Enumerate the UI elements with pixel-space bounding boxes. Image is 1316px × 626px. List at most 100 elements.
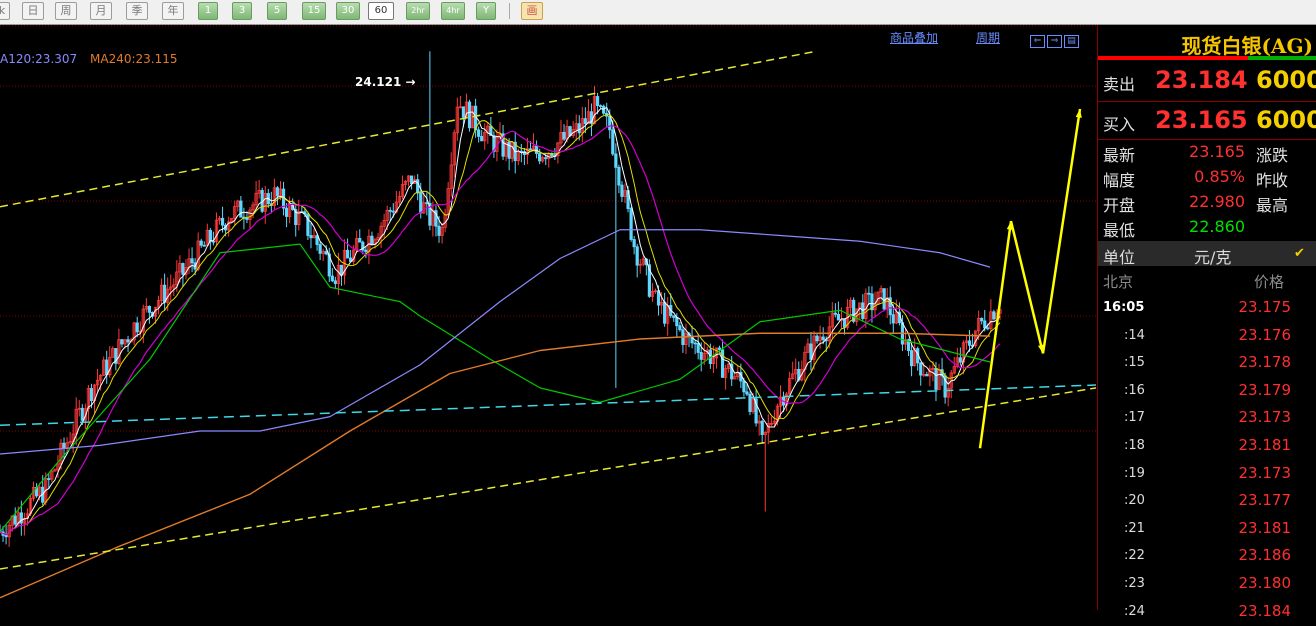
minute-button-30[interactable]: 30 <box>336 2 360 20</box>
candle-body <box>742 380 746 393</box>
tick-price: 23.181 <box>1238 518 1292 537</box>
candle-body <box>461 106 466 118</box>
candle-body <box>562 131 566 140</box>
info-value-low: 22.860 <box>1189 217 1245 236</box>
candle-body <box>925 373 929 377</box>
quote-panel: 现货白银(AG) 卖出 23.184 6000 买入 23.165 6000 最… <box>1097 25 1316 620</box>
tick-price: 23.179 <box>1238 380 1292 399</box>
tick-time: :18 <box>1124 438 1145 453</box>
minute-button-y[interactable]: Y <box>476 2 496 20</box>
period-button-day[interactable]: 日 <box>22 2 44 20</box>
unit-label: 单位 <box>1103 248 1136 267</box>
candle-body <box>992 311 996 320</box>
minute-button-1[interactable]: 1 <box>198 2 218 20</box>
candle-body <box>284 207 289 217</box>
info-name-change: 涨跌 <box>1256 146 1289 165</box>
candle-body <box>239 200 243 218</box>
candle-body <box>675 317 679 327</box>
overlay-link[interactable]: 商品叠加 <box>890 29 938 46</box>
tick-row: :15 23.178 <box>1098 350 1316 377</box>
candle-body <box>919 362 923 376</box>
period-button-week[interactable]: 周 <box>55 2 77 20</box>
ma120-label: A120:23.307 <box>0 52 78 66</box>
candle-body <box>672 315 676 318</box>
tick-row: :24 23.184 <box>1098 599 1316 626</box>
info-value-range: 0.85% <box>1194 167 1245 186</box>
candle-body <box>364 249 368 253</box>
tick-time: :17 <box>1124 410 1145 426</box>
candle-body <box>135 322 139 333</box>
candle-body <box>358 238 362 243</box>
divider <box>1098 101 1316 102</box>
tick-row: :22 23.186 <box>1098 543 1316 570</box>
candle-body <box>534 145 539 154</box>
candle-body <box>47 478 51 480</box>
candle-body <box>199 240 203 246</box>
candle-body <box>595 96 600 107</box>
minute-button-60[interactable]: 60 <box>368 2 394 20</box>
tick-price: 23.180 <box>1238 574 1292 592</box>
tick-time: :24 <box>1124 603 1145 619</box>
candle-body <box>419 192 423 214</box>
minute-button-4hr[interactable]: 4hr <box>441 2 465 20</box>
candle-body <box>324 251 328 255</box>
sell-price: 23.184 <box>1155 66 1248 94</box>
info-name-low: 最低 <box>1103 221 1136 240</box>
buy-row: 买入 23.165 6000 <box>1098 103 1316 137</box>
candle-body <box>696 342 700 353</box>
sell-row: 卖出 23.184 6000 <box>1098 63 1316 97</box>
minute-button-3[interactable]: 3 <box>232 2 252 20</box>
buy-label: 买入 <box>1103 115 1136 134</box>
candle-body <box>760 420 764 436</box>
candle-body <box>882 288 886 310</box>
tick-price: 23.176 <box>1238 325 1292 344</box>
minute-button-15[interactable]: 15 <box>302 2 326 20</box>
candle-body <box>339 264 344 276</box>
buy-price: 23.165 <box>1155 106 1248 134</box>
candle-body <box>842 318 847 328</box>
ma20-line <box>0 125 1001 536</box>
candle-body <box>632 239 636 248</box>
period-button-prev[interactable]: k <box>0 2 10 20</box>
support-line <box>0 384 1096 426</box>
tick-price: 23.173 <box>1238 408 1292 427</box>
candle-body <box>425 202 429 205</box>
tick-price-label: 价格 <box>1254 273 1285 291</box>
candle-body <box>62 442 66 449</box>
candle-body <box>275 187 280 197</box>
period-button-year[interactable]: 年 <box>162 2 184 20</box>
zoom-in-icon[interactable]: ⇐ <box>1030 35 1045 48</box>
candle-body <box>120 339 124 345</box>
candle-body <box>867 292 871 295</box>
period-button-quarter[interactable]: 季 <box>126 2 148 20</box>
info-value-open: 22.980 <box>1189 192 1245 211</box>
period-button-month[interactable]: 月 <box>90 2 112 20</box>
zoom-controls: ⇐ ⇒ ▤ <box>1030 28 1081 48</box>
minute-button-5[interactable]: 5 <box>267 2 287 20</box>
tick-row: 16:05 23.175 <box>1098 295 1316 322</box>
candle-body <box>748 393 752 413</box>
tick-price: 23.177 <box>1238 491 1292 510</box>
draw-tool-button[interactable]: 画 <box>521 2 543 20</box>
candle-body <box>80 407 84 421</box>
ma240-line <box>0 332 991 599</box>
chart-canvas[interactable] <box>0 25 1096 610</box>
candle-body <box>370 235 374 245</box>
tick-time: 16:05 <box>1103 300 1145 315</box>
candle-body <box>89 388 94 402</box>
layout-icon[interactable]: ▤ <box>1064 35 1079 48</box>
candlestick-chart[interactable]: A120:23.307 MA240:23.115 商品叠加 周期 ⇐ ⇒ ▤ 24.… <box>0 25 1096 610</box>
tick-city-label: 北京 <box>1103 273 1134 291</box>
candle-body <box>202 244 206 247</box>
period-link[interactable]: 周期 <box>976 29 1000 46</box>
candle-body <box>629 208 633 240</box>
minute-button-2hr[interactable]: 2hr <box>406 2 430 20</box>
candle-body <box>477 129 481 137</box>
tick-time: :14 <box>1124 327 1145 343</box>
info-name-range: 幅度 <box>1103 171 1136 190</box>
candle-body <box>437 225 441 236</box>
candle-body <box>821 336 825 341</box>
tick-time: :16 <box>1124 382 1145 398</box>
check-icon[interactable]: ✔ <box>1294 246 1305 261</box>
zoom-out-icon[interactable]: ⇒ <box>1047 35 1062 48</box>
